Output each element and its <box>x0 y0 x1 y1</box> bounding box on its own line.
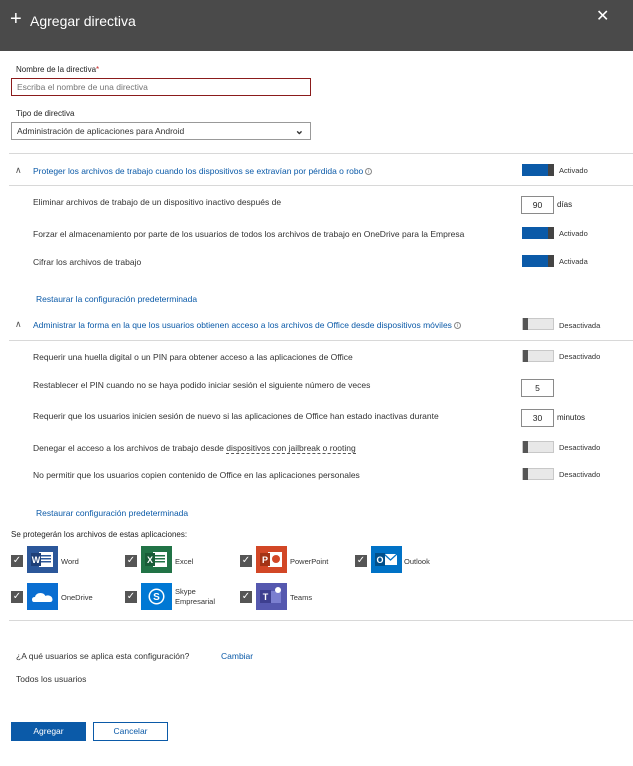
section1-header[interactable]: Proteger los archivos de trabajo cuando … <box>33 166 373 176</box>
divider <box>9 153 633 154</box>
no-copy-state: Desactivado <box>559 470 601 479</box>
chevron-up-icon[interactable]: ∧ <box>15 319 22 330</box>
no-copy-label: No permitir que los usuarios copien cont… <box>33 470 360 480</box>
powerpoint-label: PowerPoint <box>290 557 329 566</box>
powerpoint-icon: P <box>256 546 287 573</box>
panel-header: + Agregar directiva ✕ <box>0 0 633 51</box>
policy-type-label: Tipo de directiva <box>16 109 75 118</box>
change-users-link[interactable]: Cambiar <box>221 651 253 661</box>
chevron-down-icon: ⌄ <box>294 125 304 137</box>
skype-icon: S <box>141 583 172 610</box>
no-copy-toggle[interactable] <box>522 468 554 480</box>
teams-label: Teams <box>290 593 313 602</box>
section2-title: Administrar la forma en la que los usuar… <box>33 320 452 330</box>
force-onedrive-label: Forzar el almacenamiento por parte de lo… <box>33 229 465 239</box>
svg-text:S: S <box>153 592 160 603</box>
teams-checkbox[interactable]: ✓ <box>240 591 252 603</box>
deny-jailbreak-text: Denegar el acceso a los archivos de trab… <box>33 443 227 453</box>
section2-header[interactable]: Administrar la forma en la que los usuar… <box>33 320 461 330</box>
chevron-up-icon[interactable]: ∧ <box>15 165 22 176</box>
policy-name-input[interactable] <box>11 78 311 96</box>
skype-checkbox[interactable]: ✓ <box>125 591 137 603</box>
svg-text:X: X <box>147 555 153 565</box>
skype-label-line1: Skype <box>175 587 196 596</box>
policy-name-label: Nombre de la directiva* <box>16 65 99 74</box>
divider <box>9 620 633 621</box>
reauth-minutes-input[interactable]: 30 <box>521 409 554 427</box>
encrypt-files-label: Cifrar los archivos de trabajo <box>33 257 142 267</box>
svg-text:T: T <box>263 592 269 602</box>
require-pin-label: Requerir una huella digital o un PIN par… <box>33 352 353 362</box>
svg-text:W: W <box>32 555 41 565</box>
word-label: Word <box>61 557 79 566</box>
force-onedrive-state: Activado <box>559 229 588 238</box>
section2-toggle-state: Desactivada <box>559 321 601 330</box>
powerpoint-checkbox[interactable]: ✓ <box>240 555 252 567</box>
skype-label: Skype Empresarial <box>175 587 215 607</box>
skype-label-line2: Empresarial <box>175 597 216 606</box>
minutes-unit: minutos <box>557 413 586 422</box>
divider <box>9 340 633 341</box>
users-value: Todos los usuarios <box>16 674 87 684</box>
policy-type-select[interactable]: Administración de aplicaciones para Andr… <box>11 122 311 140</box>
delete-inactive-days-input[interactable]: 90 <box>521 196 554 214</box>
section1-toggle-state: Activado <box>559 166 588 175</box>
info-icon[interactable]: i <box>365 168 373 175</box>
add-icon: + <box>10 8 22 30</box>
jailbreak-term[interactable]: dispositivos con jailbreak o rooting <box>226 443 356 454</box>
teams-icon: T <box>256 583 287 610</box>
reauth-label: Requerir que los usuarios inicien sesión… <box>33 411 439 421</box>
deny-jailbreak-toggle[interactable] <box>522 441 554 453</box>
svg-text:O: O <box>376 555 383 565</box>
required-mark: * <box>96 65 100 74</box>
policy-type-value: Administración de aplicaciones para Andr… <box>17 126 185 136</box>
delete-inactive-label: Eliminar archivos de trabajo de un dispo… <box>33 197 282 207</box>
restore-defaults-link-1[interactable]: Restaurar la configuración predeterminad… <box>36 294 197 304</box>
section1-toggle[interactable] <box>522 164 554 176</box>
encrypt-files-toggle[interactable] <box>522 255 554 267</box>
excel-icon: X <box>141 546 172 573</box>
word-checkbox[interactable]: ✓ <box>11 555 23 567</box>
require-pin-toggle[interactable] <box>522 350 554 362</box>
deny-jailbreak-label: Denegar el acceso a los archivos de trab… <box>33 443 356 454</box>
outlook-icon: O <box>371 546 402 573</box>
svg-text:P: P <box>262 555 268 565</box>
deny-jailbreak-state: Desactivado <box>559 443 601 452</box>
reset-pin-label: Restablecer el PIN cuando no se haya pod… <box>33 380 371 390</box>
close-icon[interactable]: ✕ <box>596 8 609 26</box>
panel-title: Agregar directiva <box>30 13 136 29</box>
onedrive-checkbox[interactable]: ✓ <box>11 591 23 603</box>
force-onedrive-toggle[interactable] <box>522 227 554 239</box>
days-unit: días <box>557 200 573 209</box>
excel-label: Excel <box>175 557 194 566</box>
onedrive-icon <box>27 583 58 610</box>
policy-name-label-text: Nombre de la directiva <box>16 65 97 74</box>
cancel-button[interactable]: Cancelar <box>93 722 168 741</box>
excel-checkbox[interactable]: ✓ <box>125 555 137 567</box>
add-button[interactable]: Agregar <box>11 722 86 741</box>
outlook-checkbox[interactable]: ✓ <box>355 555 367 567</box>
restore-defaults-link-2[interactable]: Restaurar configuración predeterminada <box>36 508 188 518</box>
outlook-label: Outlook <box>404 557 430 566</box>
divider <box>9 185 633 186</box>
users-question: ¿A qué usuarios se aplica esta configura… <box>16 651 190 661</box>
apps-heading: Se protegerán los archivos de estas apli… <box>11 530 188 539</box>
word-icon: W <box>27 546 58 573</box>
section1-title: Proteger los archivos de trabajo cuando … <box>33 166 364 176</box>
require-pin-state: Desactivado <box>559 352 601 361</box>
onedrive-label: OneDrive <box>61 593 93 602</box>
encrypt-files-state: Activada <box>559 257 588 266</box>
section2-toggle[interactable] <box>522 318 554 330</box>
reset-pin-attempts-input[interactable]: 5 <box>521 379 554 397</box>
info-icon[interactable]: i <box>453 322 461 329</box>
